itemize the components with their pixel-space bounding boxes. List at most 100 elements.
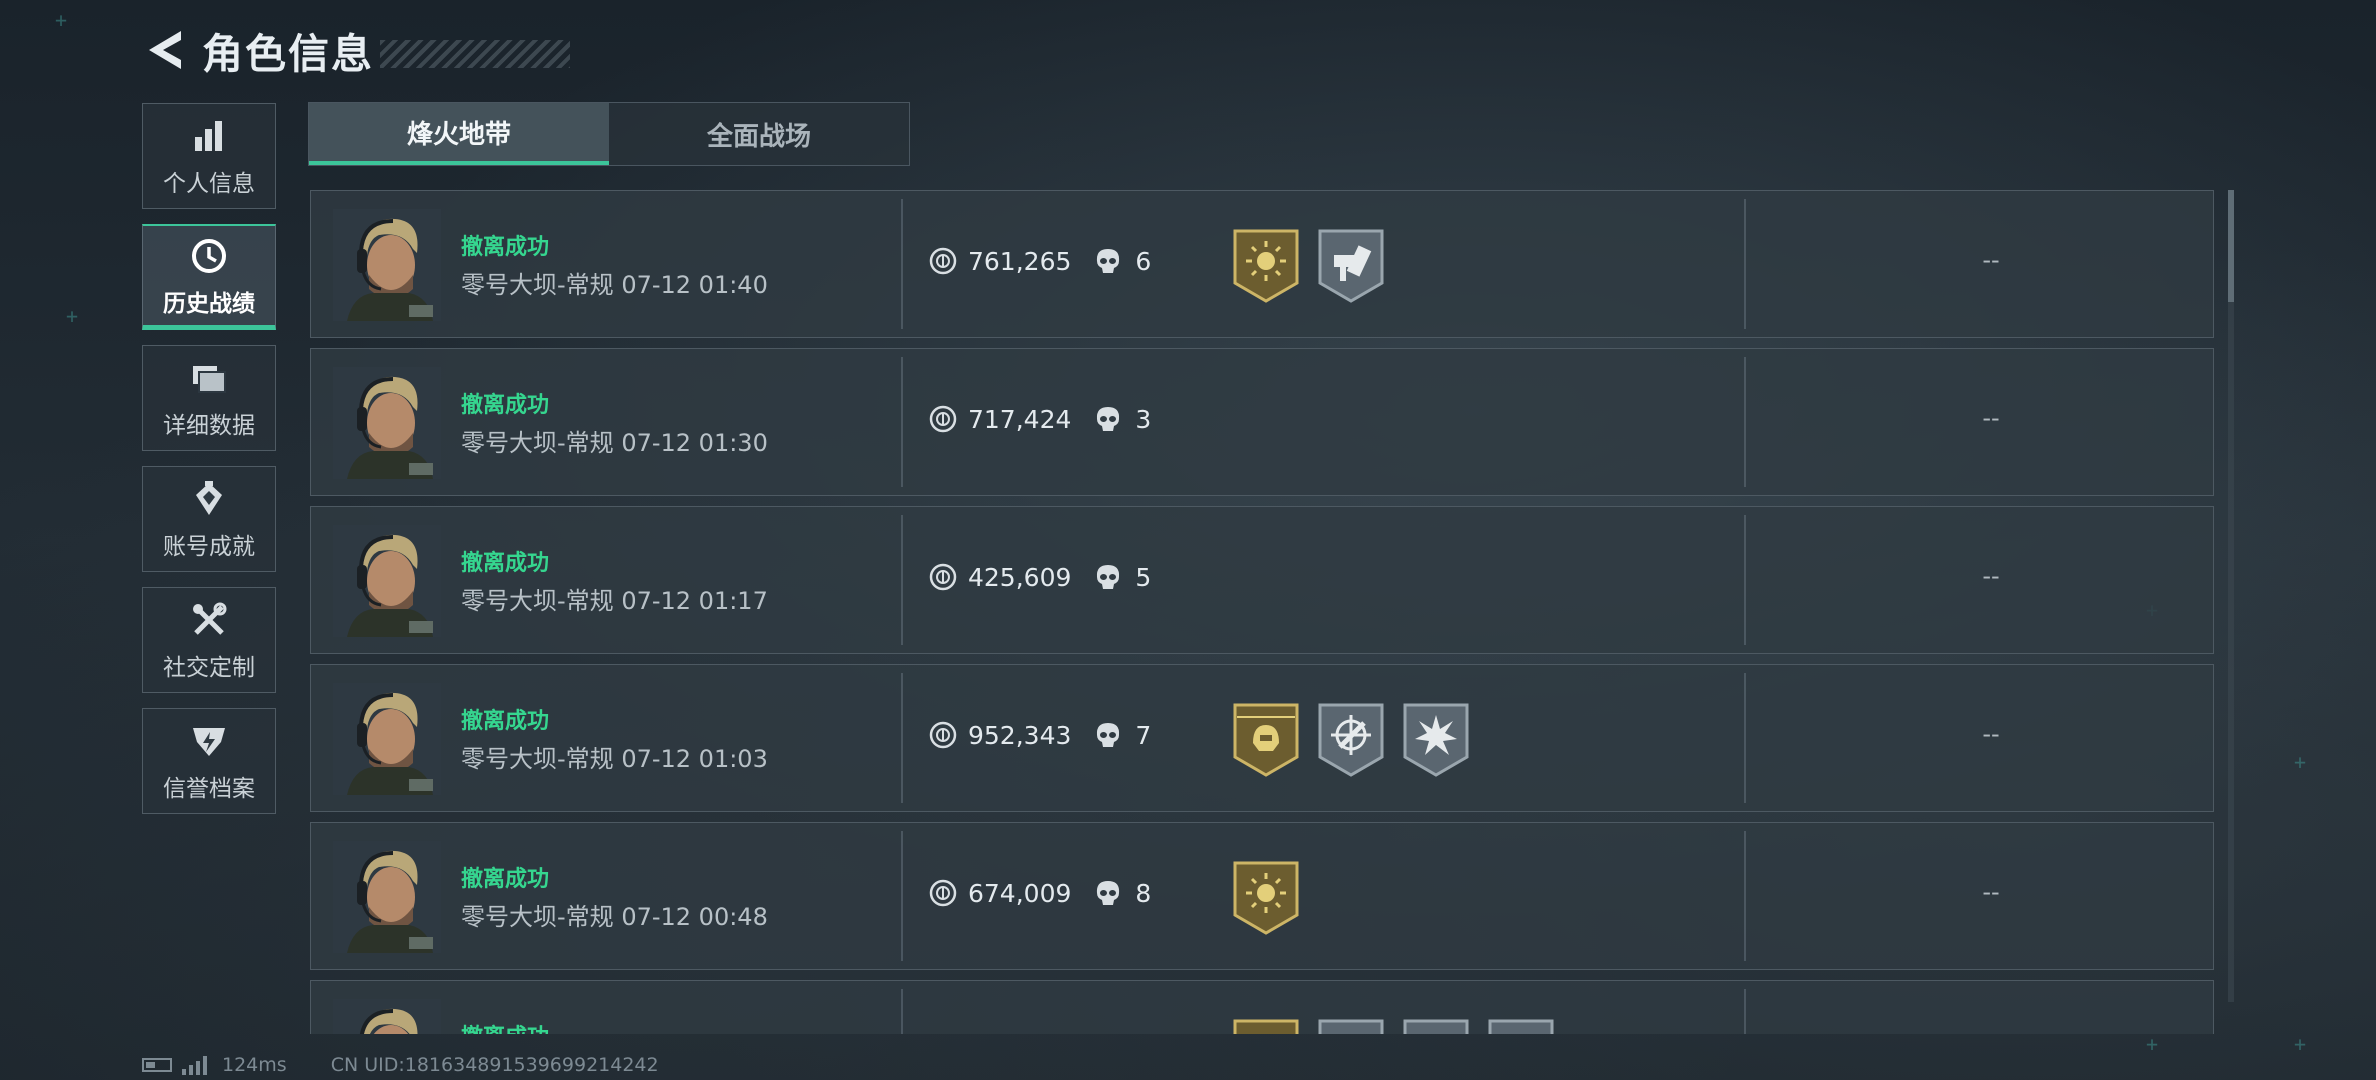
- column-divider: [1744, 989, 1746, 1034]
- match-record-row[interactable]: 撤离成功 零号大坝-常规 07-12 01:30 717,424 3 --: [310, 348, 2214, 496]
- column-divider: [1744, 357, 1746, 487]
- gold-sun-badge-icon: [1233, 861, 1299, 935]
- map-and-time: 零号大坝-常规 07-12 00:48: [461, 897, 768, 932]
- kill-count: 7: [1135, 720, 1152, 750]
- column-divider: [901, 831, 903, 961]
- sidebar-item-match-history[interactable]: 历史战绩: [142, 224, 276, 330]
- sidebar-item-social-custom[interactable]: 社交定制: [142, 587, 276, 693]
- kill-count: 8: [1135, 878, 1152, 908]
- match-record-row[interactable]: 撤离成功 零号大坝-常规 07-12 01:17 425,609 5 --: [310, 506, 2214, 654]
- extraction-status: 撤离成功: [461, 235, 550, 260]
- column-divider: [1744, 673, 1746, 803]
- match-time: 07-12 00:48: [621, 903, 768, 931]
- map-and-time: 零号大坝-常规 07-12 01:17: [461, 581, 768, 616]
- tools-icon: [187, 598, 231, 642]
- gold-badge-icon: [1233, 1019, 1299, 1034]
- extra-info: --: [1982, 562, 2000, 590]
- back-button[interactable]: [140, 25, 190, 75]
- coin-icon: [928, 562, 958, 592]
- asset-value: 717,424: [968, 404, 1072, 434]
- gray-target-badge-icon: [1318, 703, 1384, 777]
- map-name: 零号大坝-常规: [461, 429, 614, 457]
- scrollbar-thumb[interactable]: [2228, 190, 2234, 302]
- gray-badge-icon: [1403, 1019, 1469, 1034]
- operator-avatar: [333, 841, 441, 953]
- ping-text: 124ms: [222, 1054, 287, 1076]
- map-and-time: 零号大坝-常规 07-12 01:30: [461, 423, 768, 458]
- tab-full-battlefield[interactable]: 全面战场: [609, 103, 909, 165]
- asset-value: 674,009: [968, 878, 1072, 908]
- kill-count: 6: [1135, 246, 1152, 276]
- operator-avatar: [333, 367, 441, 479]
- badge-list: [1233, 703, 1488, 777]
- extra-info: --: [1982, 720, 2000, 748]
- clock-icon: [187, 234, 231, 278]
- sidebar-item-personal-info[interactable]: 个人信息: [142, 103, 276, 209]
- skull-icon: [1093, 404, 1123, 434]
- operator-avatar: [333, 683, 441, 795]
- operator-avatar: [333, 525, 441, 637]
- match-record-row[interactable]: 撤离成功 零号大坝-常规 07-12 01:03 952,343 7 --: [310, 664, 2214, 812]
- operator-avatar: [333, 209, 441, 321]
- match-record-row[interactable]: 撤离成功 零号大坝-常规 07-12 00:48 674,009 8 --: [310, 822, 2214, 970]
- map-name: 零号大坝-常规: [461, 271, 614, 299]
- sidebar-item-label: 个人信息: [163, 171, 255, 197]
- extra-info: --: [1982, 404, 2000, 432]
- sidebar-item-achievements[interactable]: 账号成就: [142, 466, 276, 572]
- match-record-row[interactable]: 撤离成功 零号大坝-常规 07-12 01:40 761,265 6 --: [310, 190, 2214, 338]
- gray-badge-icon: [1488, 1019, 1554, 1034]
- column-divider: [901, 515, 903, 645]
- sidebar-item-reputation[interactable]: 信誉档案: [142, 708, 276, 814]
- match-stats: 674,009 8: [928, 878, 1151, 908]
- battery-icon: [142, 1058, 172, 1072]
- column-divider: [1744, 515, 1746, 645]
- match-stats: 425,609 5: [928, 562, 1151, 592]
- skull-icon: [1093, 878, 1123, 908]
- tab-warzone[interactable]: 烽火地带: [309, 103, 609, 165]
- skull-icon: [1093, 246, 1123, 276]
- sidebar-nav: 个人信息 历史战绩 详细数据 账号成就 社交定制 信誉档案: [142, 103, 278, 829]
- achievement-icon: [187, 477, 231, 521]
- back-arrow-icon: [149, 31, 181, 69]
- map-name: 零号大坝-常规: [461, 587, 614, 615]
- column-divider: [1744, 831, 1746, 961]
- asset-value: 952,343: [968, 720, 1072, 750]
- match-time: 07-12 01:03: [621, 745, 768, 773]
- bar-chart-icon: [187, 114, 231, 158]
- map-name: 零号大坝-常规: [461, 903, 614, 931]
- map-and-time: 零号大坝-常规 07-12 01:40: [461, 265, 768, 300]
- folder-icon: [187, 356, 231, 400]
- extra-info: --: [1982, 246, 2000, 274]
- list-scrollbar[interactable]: [2228, 190, 2234, 1002]
- sidebar-item-detailed-data[interactable]: 详细数据: [142, 345, 276, 451]
- match-stats: 761,265 6: [928, 246, 1151, 276]
- coin-icon: [928, 404, 958, 434]
- column-divider: [901, 357, 903, 487]
- asset-value: 425,609: [968, 562, 1072, 592]
- extra-info: --: [1982, 878, 2000, 906]
- decor-plus-icon: +: [66, 304, 79, 328]
- badge-list: [1233, 229, 1403, 303]
- column-divider: [901, 199, 903, 329]
- extraction-status: 撤离成功: [461, 393, 550, 418]
- page-header: 角色信息: [140, 22, 570, 78]
- match-record-row[interactable]: 撤离成功: [310, 980, 2214, 1034]
- reputation-icon: [187, 719, 231, 763]
- coin-icon: [928, 246, 958, 276]
- mode-tabs: 烽火地带 全面战场: [308, 102, 910, 166]
- column-divider: [1744, 199, 1746, 329]
- operator-avatar: [333, 999, 441, 1034]
- extraction-status: 撤离成功: [461, 867, 550, 892]
- sidebar-item-label: 信誉档案: [163, 776, 255, 802]
- map-name: 零号大坝-常规: [461, 745, 614, 773]
- asset-value: 761,265: [968, 246, 1072, 276]
- coin-icon: [928, 878, 958, 908]
- match-time: 07-12 01:40: [621, 271, 768, 299]
- gold-sun-badge-icon: [1233, 229, 1299, 303]
- gold-helmet-badge-icon: [1233, 703, 1299, 777]
- match-time: 07-12 01:17: [621, 587, 768, 615]
- badge-list: [1233, 861, 1318, 935]
- gray-burst-badge-icon: [1403, 703, 1469, 777]
- decor-plus-icon: +: [2146, 1032, 2159, 1056]
- match-time: 07-12 01:30: [621, 429, 768, 457]
